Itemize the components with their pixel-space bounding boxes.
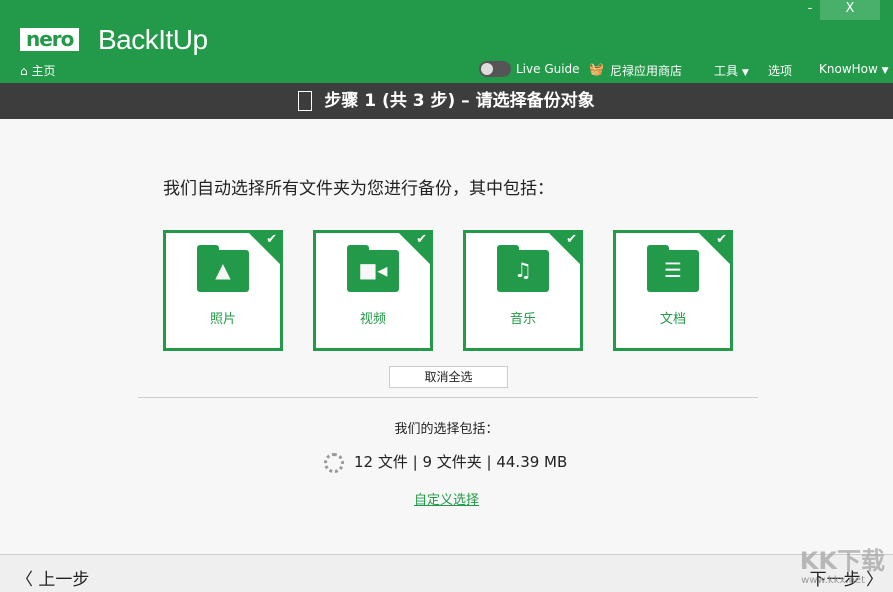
app-title: BackItUp <box>98 24 208 56</box>
watermark-url: www.kkx.net <box>801 575 865 586</box>
chevron-left-icon: 〈 <box>16 570 33 590</box>
check-icon: ✔ <box>716 232 727 247</box>
step-title: 步骤 1 (共 3 步) – 请选择备份对象 <box>324 91 594 111</box>
caret-down-icon: ▼ <box>882 66 889 76</box>
tile-documents[interactable]: ✔ ☰ 文档 <box>613 230 733 351</box>
divider <box>138 397 758 398</box>
check-icon: ✔ <box>266 232 277 247</box>
document-list-icon: ☰ <box>647 250 699 292</box>
header: nero BackItUp ⌂ 主页 - X Live Guide 🧺 尼禄应用… <box>0 0 893 83</box>
knowhow-menu[interactable]: KnowHow ▼ <box>819 62 889 76</box>
selection-stats: 12 文件 | 9 文件夹 | 44.39 MB <box>324 451 567 473</box>
live-guide-label[interactable]: Live Guide <box>516 62 580 76</box>
live-guide-toggle[interactable] <box>479 61 511 77</box>
home-icon: ⌂ <box>20 64 28 78</box>
tile-label: 音乐 <box>466 308 580 327</box>
tile-label: 视频 <box>316 308 430 327</box>
prev-button[interactable]: 〈 上一步 <box>16 565 89 590</box>
footer: 〈 上一步 下一步 〉 KK下载 www.kkx.net <box>0 554 893 592</box>
image-icon: ▲ <box>197 250 249 292</box>
step-bar: 步骤 1 (共 3 步) – 请选择备份对象 <box>0 83 893 119</box>
check-icon: ✔ <box>416 232 427 247</box>
selection-heading: 我们的选择包括： <box>0 418 893 437</box>
home-label: 主页 <box>31 64 55 78</box>
store-icon: 🧺 <box>589 62 604 76</box>
tile-photos[interactable]: ✔ ▲ 照片 <box>163 230 283 351</box>
home-link[interactable]: ⌂ 主页 <box>20 62 55 79</box>
nero-logo: nero <box>20 28 79 51</box>
deselect-all-button[interactable]: 取消全选 <box>389 366 508 388</box>
document-icon <box>298 91 312 111</box>
store-link[interactable]: 尼禄应用商店 <box>610 62 682 79</box>
tools-menu[interactable]: 工具 ▼ <box>714 62 749 79</box>
watermark: KK下载 <box>800 541 885 576</box>
tools-label: 工具 <box>714 64 738 78</box>
minimize-button[interactable]: - <box>800 0 820 20</box>
custom-select-link[interactable]: 自定义选择 <box>0 489 893 508</box>
spinner-icon <box>324 453 344 473</box>
caret-down-icon: ▼ <box>742 68 749 78</box>
tile-label: 照片 <box>166 308 280 327</box>
intro-text: 我们自动选择所有文件夹为您进行备份，其中包括： <box>163 174 554 199</box>
stats-text: 12 文件 | 9 文件夹 | 44.39 MB <box>354 453 567 471</box>
tile-label: 文档 <box>616 308 730 327</box>
options-menu[interactable]: 选项 <box>768 62 792 79</box>
knowhow-label: KnowHow <box>819 62 878 76</box>
tile-videos[interactable]: ✔ ■◂ 视频 <box>313 230 433 351</box>
prev-label: 上一步 <box>38 570 89 590</box>
video-icon: ■◂ <box>347 250 399 292</box>
tile-music[interactable]: ✔ ♫ 音乐 <box>463 230 583 351</box>
check-icon: ✔ <box>566 232 577 247</box>
close-button[interactable]: X <box>820 0 880 20</box>
music-icon: ♫ <box>497 250 549 292</box>
